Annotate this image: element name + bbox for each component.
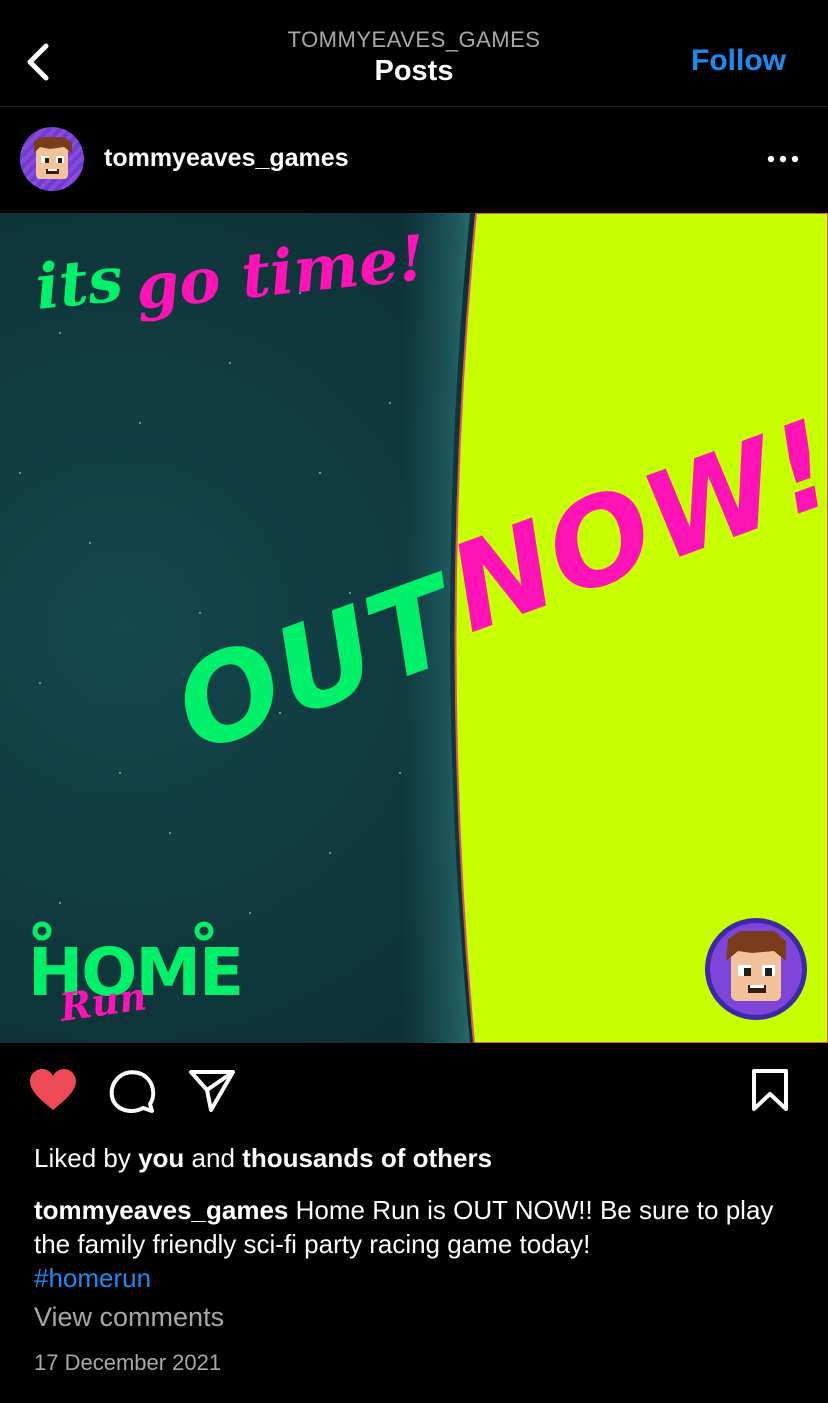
follow-button[interactable]: Follow [691, 44, 786, 78]
post-username[interactable]: tommyeaves_games [104, 144, 349, 173]
post-actions [0, 1058, 828, 1122]
comment-icon[interactable] [108, 1068, 156, 1114]
post-date: 17 December 2021 [34, 1350, 222, 1375]
post-header: tommyeaves_games [0, 107, 828, 213]
likes-summary[interactable]: Liked by you and thousands of others [34, 1143, 492, 1174]
creator-avatar-badge [705, 918, 807, 1020]
share-icon[interactable] [188, 1068, 236, 1114]
hashtag-link[interactable]: #homerun [34, 1263, 151, 1293]
caption-username[interactable]: tommyeaves_games [34, 1195, 288, 1225]
post-image[interactable]: its go time! OUT NOW!! HOME Run [0, 213, 828, 1043]
liked-by-you: you [138, 1143, 185, 1173]
avatar[interactable] [20, 127, 84, 191]
liked-by-others: thousands of others [242, 1143, 493, 1173]
more-options-icon[interactable] [766, 147, 800, 171]
bookmark-icon[interactable] [750, 1068, 790, 1112]
view-comments-link[interactable]: View comments [34, 1302, 224, 1333]
heart-icon[interactable] [28, 1068, 78, 1112]
top-navigation-bar: TOMMYEAVES_GAMES Posts Follow [0, 0, 828, 107]
post-caption: tommyeaves_games Home Run is OUT NOW!! B… [34, 1193, 794, 1295]
tagline-its: its [32, 242, 126, 324]
